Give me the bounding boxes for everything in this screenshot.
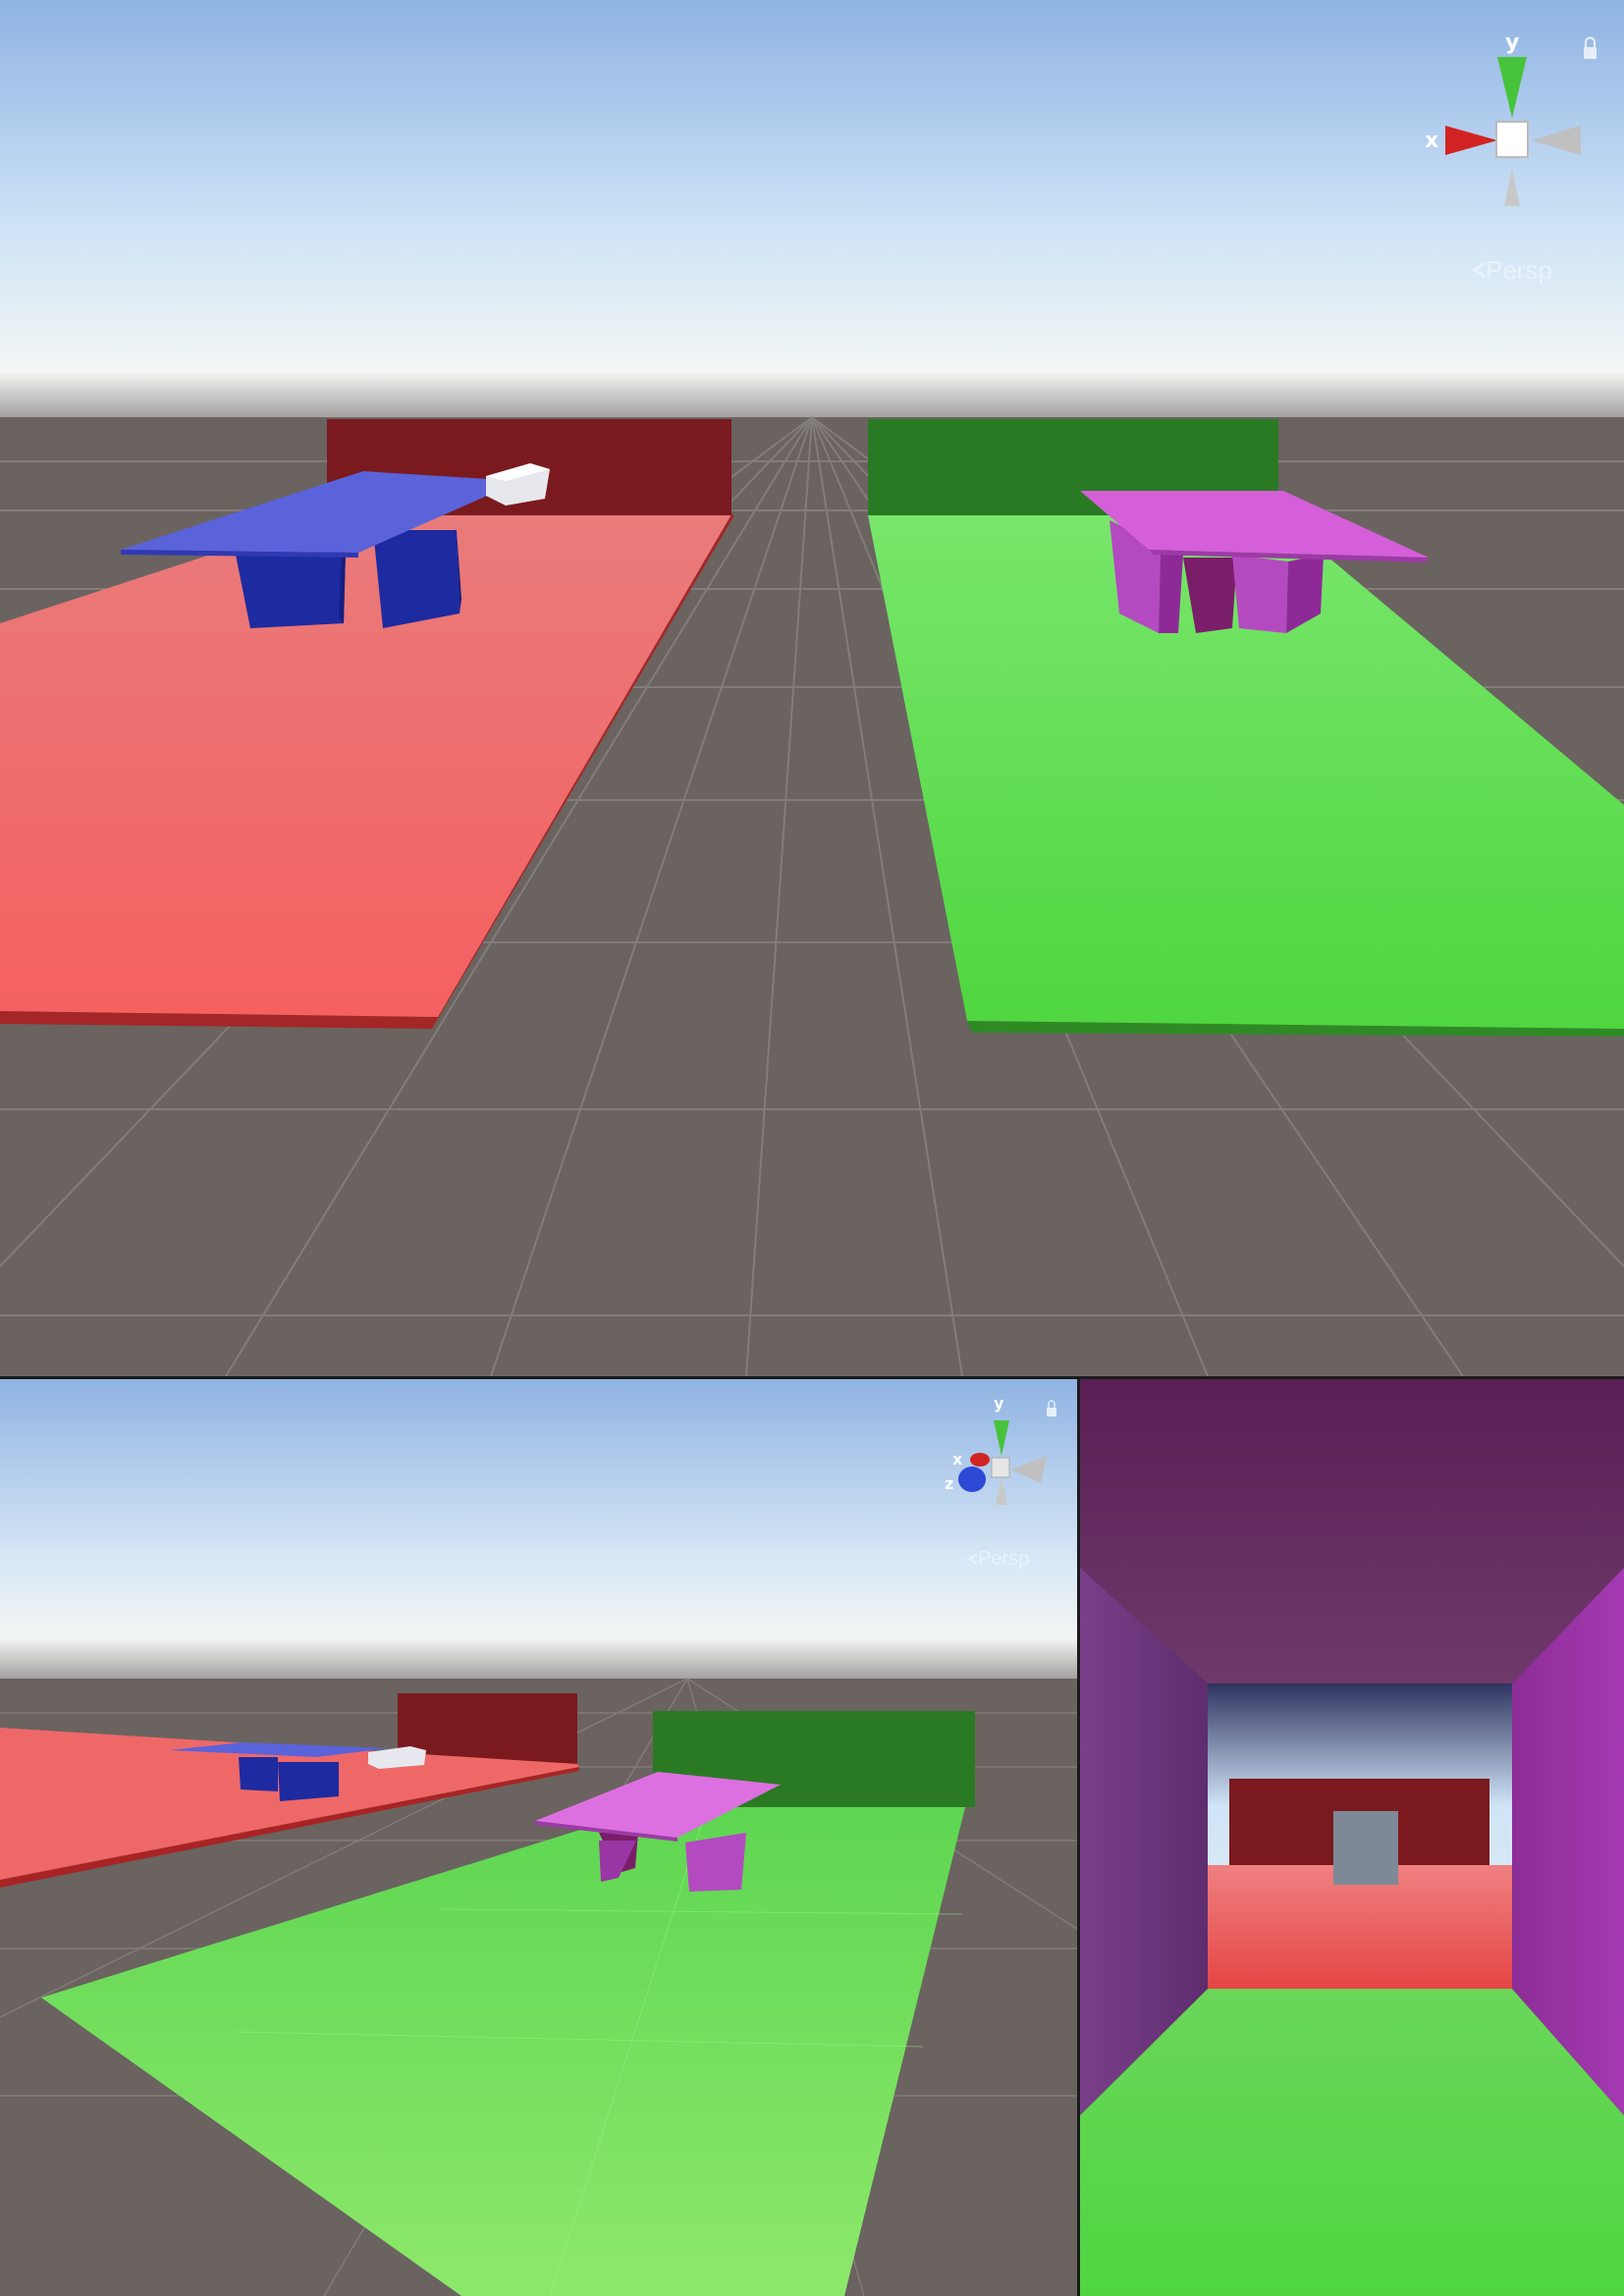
gizmo-y-label: y [994, 1394, 1004, 1413]
projection-label: Persp [978, 1548, 1029, 1570]
z-axis-cone [958, 1467, 986, 1492]
corridor-ceiling [1080, 1379, 1624, 1683]
center-cube [1495, 121, 1529, 158]
scene-view-top[interactable]: y x Persp [0, 0, 1624, 1376]
scene-view-bottom-left[interactable]: y x z Persp [0, 1379, 1077, 2296]
projection-toggle[interactable]: Persp [967, 1548, 1029, 1570]
corridor-floor [1080, 1989, 1624, 2296]
camera-preview-bottom-right[interactable] [1080, 1379, 1624, 2296]
gizmo-x-label: x [952, 1450, 963, 1468]
far-grey-object [1333, 1811, 1398, 1885]
sky [0, 1379, 1077, 1683]
gizmo-x-label: x [1425, 129, 1438, 153]
projection-label: Persp [1486, 255, 1552, 285]
projection-toggle[interactable]: Persp [1472, 255, 1552, 285]
gizmo-y-label: y [1505, 30, 1519, 55]
scene-canvas-top[interactable]: y x Persp [0, 0, 1624, 1376]
gizmo-z-label: z [945, 1474, 953, 1493]
camera-canvas [1080, 1379, 1624, 2296]
sky [0, 0, 1624, 422]
center-cube [991, 1457, 1010, 1478]
x-axis-cone [970, 1453, 990, 1467]
scene-canvas-bottom-left[interactable]: y x z Persp [0, 1379, 1077, 2296]
